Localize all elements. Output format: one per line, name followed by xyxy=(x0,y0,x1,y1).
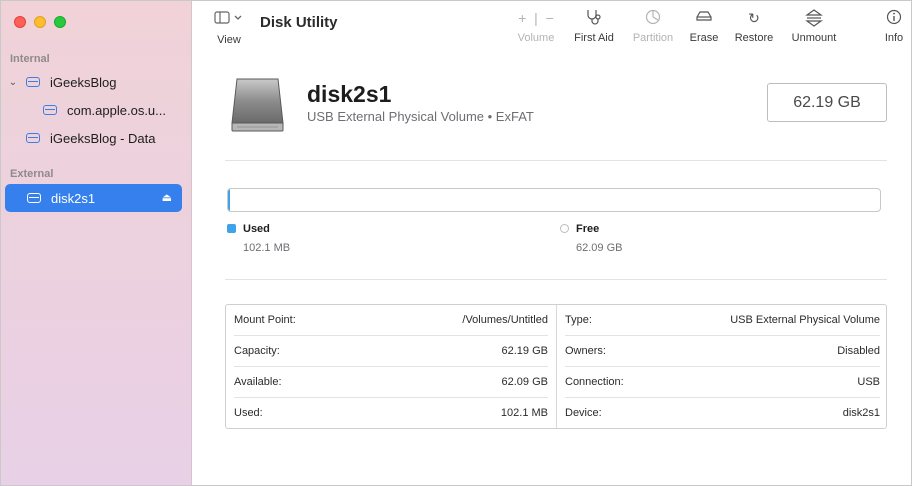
info-row: Type: USB External Physical Volume xyxy=(565,305,880,336)
used-color-swatch xyxy=(227,224,236,233)
info-row: Used: 102.1 MB xyxy=(234,397,548,428)
partition-label: Partition xyxy=(632,32,674,44)
info-key: Connection: xyxy=(565,376,624,388)
sidebar-item-snapshot[interactable]: com.apple.os.u... xyxy=(43,97,166,123)
view-label: View xyxy=(217,34,241,46)
erase-button[interactable]: Erase xyxy=(688,9,720,44)
unmount-label: Unmount xyxy=(791,32,837,44)
first-aid-button[interactable]: First Aid xyxy=(571,9,617,44)
sidebar-item-igeeksblog[interactable]: ⌄ iGeeksBlog xyxy=(8,69,117,95)
info-value: 62.19 GB xyxy=(501,345,548,357)
info-key: Owners: xyxy=(565,345,606,357)
sidebar-item-label: iGeeksBlog xyxy=(50,74,117,90)
disk-name: disk2s1 xyxy=(307,81,392,107)
drive-icon xyxy=(43,105,57,115)
sidebar-toggle-icon xyxy=(211,11,247,29)
chevron-down-icon[interactable]: ⌄ xyxy=(8,77,18,88)
info-key: Device: xyxy=(565,406,602,419)
info-key: Available: xyxy=(234,376,282,388)
volume-button[interactable]: + | − Volume xyxy=(516,9,556,44)
restore-icon: ↻ xyxy=(748,10,760,26)
first-aid-label: First Aid xyxy=(574,32,614,44)
info-value: USB xyxy=(857,376,880,388)
drive-icon xyxy=(27,193,41,203)
info-label: Info xyxy=(884,32,904,44)
info-row: Connection: USB xyxy=(565,367,880,398)
free-color-swatch xyxy=(560,224,569,233)
volume-label: Volume xyxy=(517,32,555,44)
info-value: disk2s1 xyxy=(842,406,880,419)
info-key: Capacity: xyxy=(234,345,280,357)
usage-bar xyxy=(227,188,881,212)
info-row: Mount Point: /Volumes/Untitled xyxy=(234,305,548,336)
info-column-left: Mount Point: /Volumes/Untitled Capacity:… xyxy=(226,305,557,428)
erase-icon xyxy=(688,9,720,27)
stethoscope-icon xyxy=(571,9,617,27)
info-row: Available: 62.09 GB xyxy=(234,367,548,398)
legend-free: Free 62.09 GB xyxy=(560,223,622,254)
legend-used: Used 102.1 MB xyxy=(227,223,290,254)
sidebar-item-label: com.apple.os.u... xyxy=(67,102,166,118)
external-drive-icon xyxy=(229,77,286,134)
info-key: Mount Point: xyxy=(234,314,296,326)
info-row: Owners: Disabled xyxy=(565,336,880,367)
sidebar-item-igeeksblog-data[interactable]: iGeeksBlog - Data xyxy=(26,125,156,151)
used-label: Used xyxy=(243,223,270,235)
unmount-button[interactable]: Unmount xyxy=(788,9,840,44)
close-window-button[interactable] xyxy=(14,16,26,28)
capacity-display: 62.19 GB xyxy=(767,83,887,122)
view-button[interactable]: View xyxy=(211,11,247,46)
info-key: Used: xyxy=(234,406,263,419)
minimize-window-button[interactable] xyxy=(34,16,46,28)
eject-icon[interactable]: ⏏ xyxy=(162,191,172,204)
info-button[interactable]: Info xyxy=(881,9,907,44)
usage-bar-used-fill xyxy=(228,189,230,211)
disk-utility-window: Internal ⌄ iGeeksBlog com.apple.os.u... … xyxy=(0,0,912,486)
restore-label: Restore xyxy=(734,32,774,44)
info-key: Type: xyxy=(565,314,592,326)
add-remove-icon: + | − xyxy=(518,10,554,26)
toolbar: View Disk Utility + | − Volume First Aid… xyxy=(193,1,911,53)
info-row: Device: disk2s1 xyxy=(565,397,880,428)
sidebar: Internal ⌄ iGeeksBlog com.apple.os.u... … xyxy=(1,1,192,485)
info-icon xyxy=(881,9,907,27)
info-value: 62.09 GB xyxy=(501,376,548,388)
disk-subtitle: USB External Physical Volume • ExFAT xyxy=(307,109,534,124)
free-value: 62.09 GB xyxy=(576,242,623,254)
divider xyxy=(225,160,887,161)
sidebar-section-external: External xyxy=(10,168,54,180)
info-value: /Volumes/Untitled xyxy=(462,314,548,326)
zoom-window-button[interactable] xyxy=(54,16,66,28)
info-row: Capacity: 62.19 GB xyxy=(234,336,548,367)
unmount-icon xyxy=(788,9,840,27)
main-content: disk2s1 USB External Physical Volume • E… xyxy=(193,53,911,485)
info-value: 102.1 MB xyxy=(500,406,548,419)
erase-label: Erase xyxy=(689,32,719,44)
info-value: USB External Physical Volume xyxy=(730,314,880,326)
info-column-right: Type: USB External Physical Volume Owner… xyxy=(557,305,888,428)
used-value: 102.1 MB xyxy=(243,242,291,254)
app-title: Disk Utility xyxy=(260,14,338,31)
restore-button[interactable]: ↻ Restore xyxy=(732,9,776,44)
drive-icon xyxy=(26,133,40,143)
sidebar-item-label: disk2s1 xyxy=(51,190,96,206)
partition-button[interactable]: Partition xyxy=(629,9,677,44)
disk-info-table: Mount Point: /Volumes/Untitled Capacity:… xyxy=(225,304,887,429)
partition-icon xyxy=(629,9,677,27)
free-label: Free xyxy=(576,223,600,235)
sidebar-item-label: iGeeksBlog - Data xyxy=(50,130,156,146)
sidebar-section-internal: Internal xyxy=(10,53,50,65)
divider xyxy=(225,279,887,280)
sidebar-item-disk2s1[interactable]: disk2s1 ⏏ xyxy=(5,184,182,212)
info-value: Disabled xyxy=(837,345,880,357)
drive-icon xyxy=(26,77,40,87)
